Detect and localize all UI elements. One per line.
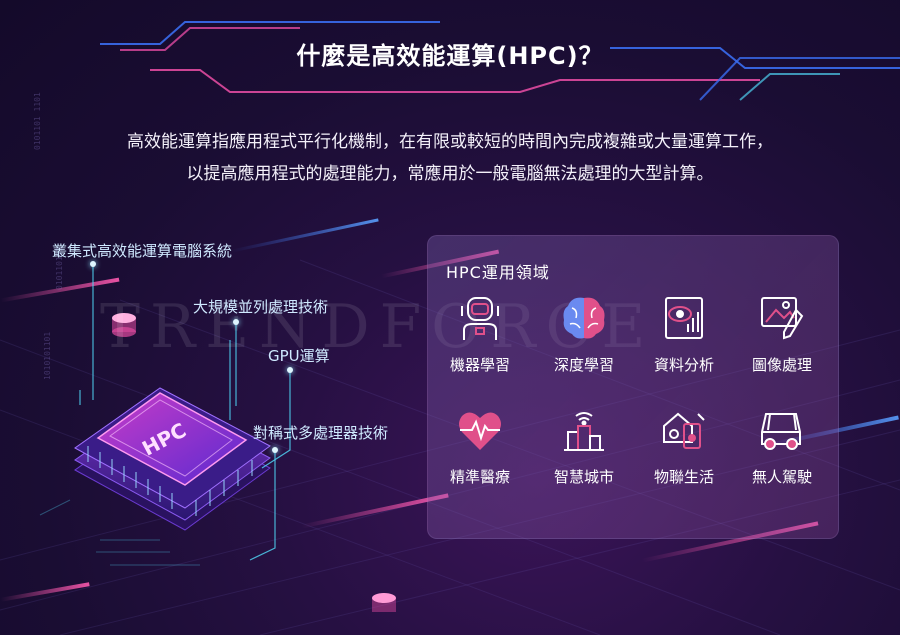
robot-icon bbox=[461, 297, 499, 340]
heart-pulse-icon bbox=[459, 412, 501, 450]
callout-dot bbox=[233, 319, 239, 325]
app-data-analysis: 資料分析 bbox=[638, 292, 730, 375]
callout-dot bbox=[272, 447, 278, 453]
callout-dot bbox=[287, 367, 293, 373]
hpc-applications-panel: HPC運用領域 機器學習 深度學習 資料分析 圖像處理 精準醫療 智慧城市 物聯… bbox=[427, 235, 839, 539]
app-iot-life: 物聯生活 bbox=[638, 404, 730, 487]
app-label: 智慧城市 bbox=[553, 468, 614, 486]
app-label: 深度學習 bbox=[553, 356, 614, 374]
app-deep-learning: 深度學習 bbox=[538, 292, 630, 375]
intro-line-1: 高效能運算指應用程式平行化機制，在有限或較短的時間內完成複雜或大量運算工作， bbox=[127, 132, 773, 152]
app-label: 機器學習 bbox=[449, 356, 510, 374]
app-precision-medicine: 精準醫療 bbox=[434, 404, 526, 487]
app-label: 物聯生活 bbox=[653, 468, 714, 486]
intro-text: 高效能運算指應用程式平行化機制，在有限或較短的時間內完成複雜或大量運算工作， 以… bbox=[40, 126, 860, 190]
app-autonomous-driving: 無人駕駛 bbox=[736, 404, 828, 487]
iot-icon bbox=[663, 412, 705, 449]
callout-gpu-computing: GPU運算 bbox=[268, 347, 330, 365]
app-label: 無人駕駛 bbox=[751, 468, 812, 486]
svg-text:1010101101: 1010101101 bbox=[43, 332, 52, 380]
app-label: 資料分析 bbox=[653, 356, 714, 374]
app-machine-learning: 機器學習 bbox=[434, 292, 526, 375]
smart-city-icon bbox=[564, 412, 604, 451]
panel-heading: HPC運用領域 bbox=[446, 263, 550, 282]
chip-label: HPC bbox=[138, 418, 190, 458]
chip-hpc-text: HPC bbox=[138, 418, 190, 458]
app-label: 圖像處理 bbox=[751, 356, 812, 374]
intro-line-2: 以提高應用程式的處理能力，常應用於一般電腦無法處理的大型計算。 bbox=[186, 164, 714, 184]
callout-cluster-computing: 叢集式高效能運算電腦系統 bbox=[52, 242, 233, 260]
callout-massive-parallel: 大規模並列處理技術 bbox=[193, 298, 329, 316]
data-analysis-icon bbox=[665, 297, 703, 339]
callout-dot bbox=[90, 261, 96, 267]
autonomous-car-icon bbox=[761, 413, 801, 450]
app-image-processing: 圖像處理 bbox=[736, 292, 828, 375]
page-title: 什麼是高效能運算(HPC)？ bbox=[296, 42, 604, 70]
app-label: 精準醫療 bbox=[449, 468, 510, 486]
image-processing-icon bbox=[761, 297, 804, 340]
brain-icon bbox=[563, 297, 605, 339]
app-smart-city: 智慧城市 bbox=[538, 404, 630, 487]
callout-smp: 對稱式多處理器技術 bbox=[253, 424, 389, 442]
